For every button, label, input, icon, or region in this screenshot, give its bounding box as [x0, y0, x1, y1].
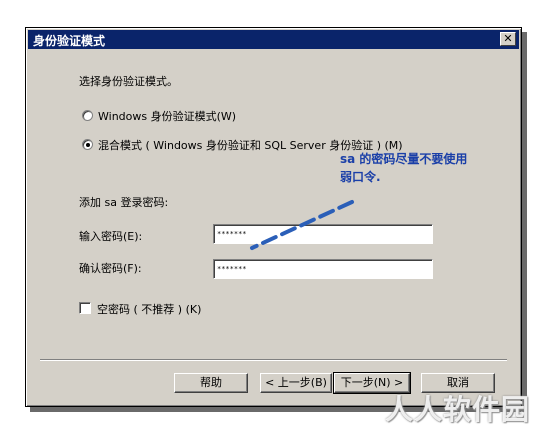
annotation-dashed-line — [250, 200, 354, 250]
annotation-arrow — [250, 200, 354, 250]
watermark-logo: 人人软件园 — [384, 393, 530, 426]
